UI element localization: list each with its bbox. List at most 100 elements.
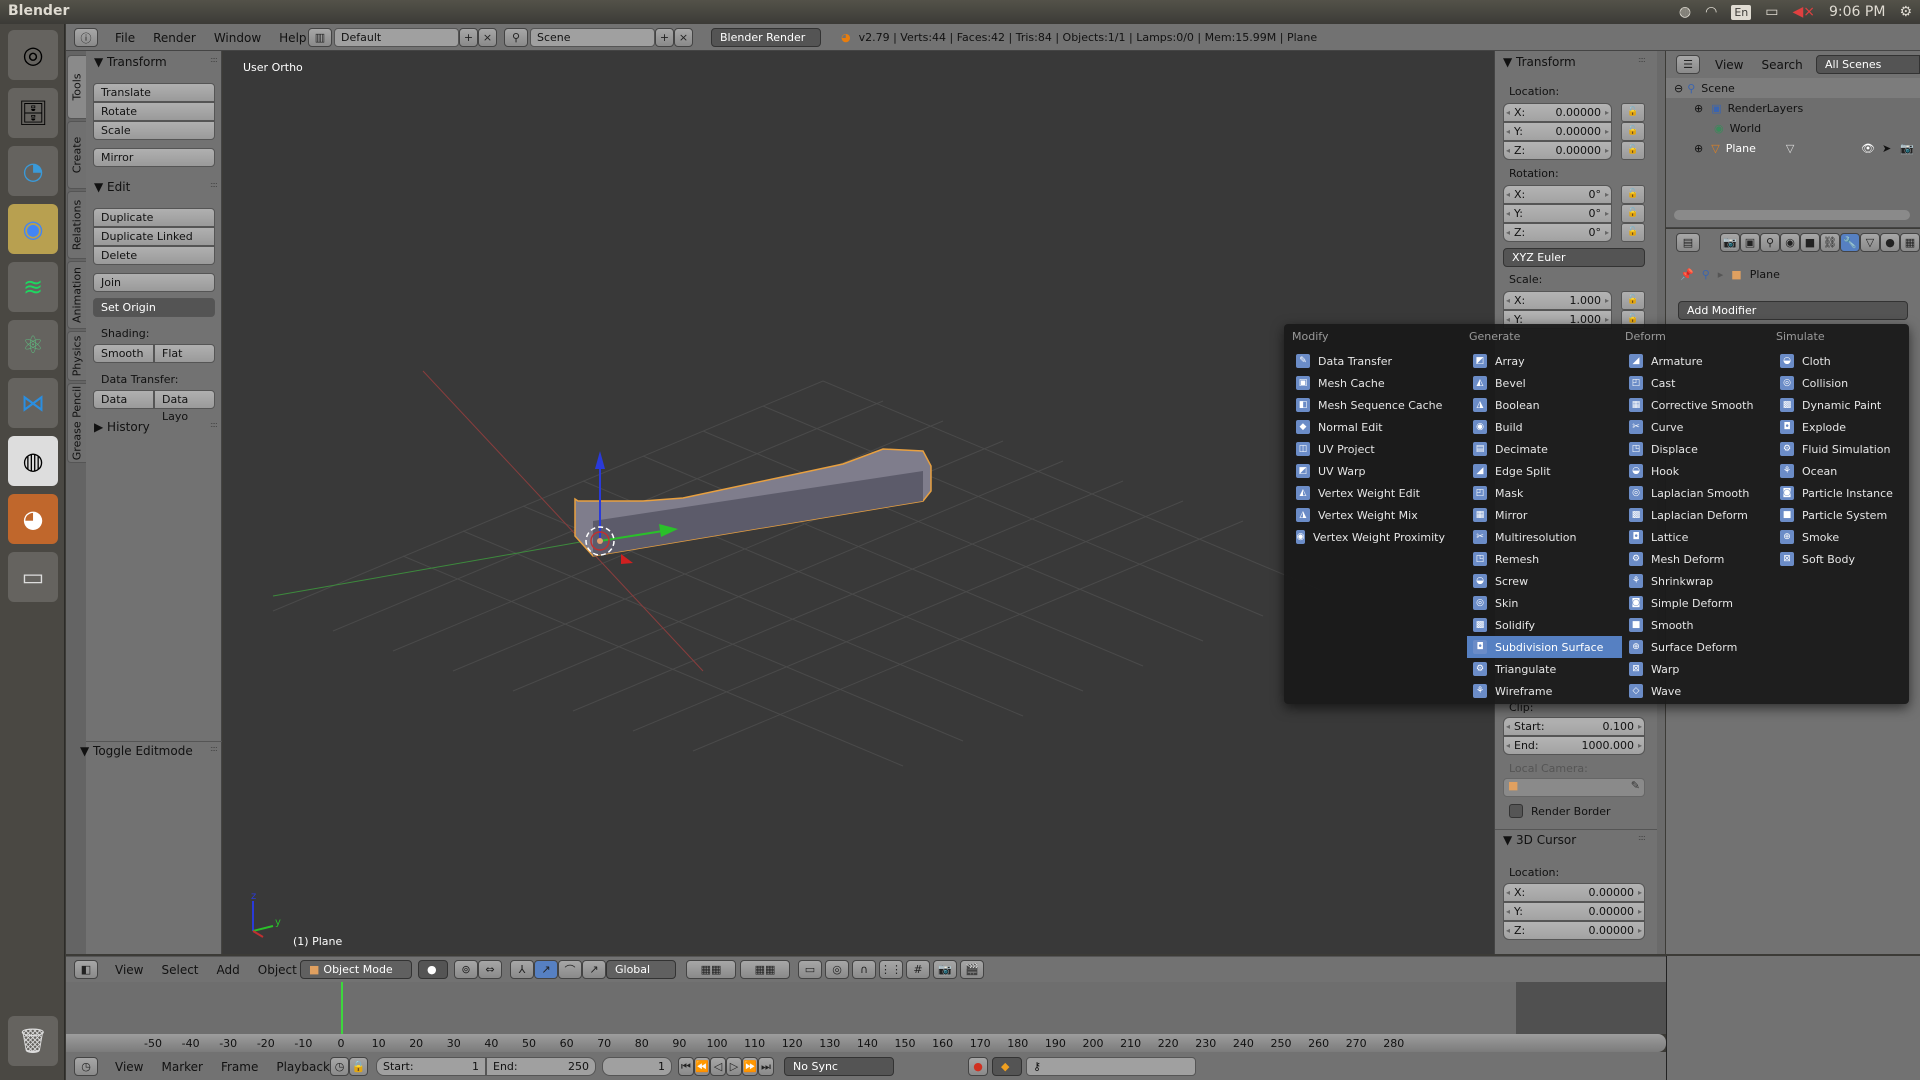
play-icon[interactable]: ▷ (726, 1057, 742, 1076)
preview-range-icon[interactable]: ◷ (330, 1057, 349, 1076)
scale-manipulator-icon[interactable]: ↗ (582, 960, 606, 979)
modifier-item-laplacian-deform[interactable]: ▩ Laplacian Deform (1623, 504, 1778, 526)
modifier-item-normal-edit[interactable]: ◆ Normal Edit (1290, 416, 1445, 438)
location-x-field[interactable]: X:0.00000 (1503, 103, 1612, 122)
modifier-item-explode[interactable]: ◘ Explode (1774, 416, 1920, 438)
modifier-item-bevel[interactable]: ◭ Bevel (1467, 372, 1622, 394)
modifier-item-simple-deform[interactable]: ◙ Simple Deform (1623, 592, 1778, 614)
vscode-icon[interactable]: ⋈ (8, 378, 58, 428)
blender-icon[interactable]: ◕ (8, 494, 58, 544)
duplicate-button[interactable]: Duplicate (93, 208, 215, 227)
translate-manipulator-icon[interactable]: ⅄ (510, 960, 534, 979)
snap-magnet-icon[interactable]: ∩ (852, 960, 876, 979)
outliner-row-renderlayers[interactable]: ⊕ ▣ RenderLayers (1666, 98, 1920, 118)
modifier-item-dynamic-paint[interactable]: ▩ Dynamic Paint (1774, 394, 1920, 416)
render-engine-dropdown[interactable]: Blender Render (711, 28, 821, 47)
lock-camera-icon[interactable]: ▭ (798, 960, 822, 979)
modifier-item-particle-instance[interactable]: ◙ Particle Instance (1774, 482, 1920, 504)
snap-element-icon[interactable]: ⋮⋮ (879, 960, 903, 979)
tab-animation[interactable]: Animation (67, 261, 86, 329)
data-tab-icon[interactable]: ▽ (1860, 233, 1880, 252)
modifier-item-wireframe[interactable]: ⚘ Wireframe (1467, 680, 1622, 702)
modifier-item-vertex-weight-edit[interactable]: ◭ Vertex Weight Edit (1290, 482, 1445, 504)
layers-grid-2[interactable]: ▦▦ (740, 960, 790, 979)
3d-cursor-panel-header[interactable]: ▼ 3D Cursor:::: (1503, 833, 1646, 847)
proportional-edit-icon[interactable]: ◎ (825, 960, 849, 979)
translate-button[interactable]: Translate (93, 83, 215, 102)
shutter-icon[interactable]: ◔ (8, 146, 58, 196)
start-frame-field[interactable]: Start: 1 (376, 1057, 486, 1076)
clip-start-field[interactable]: Start:0.100 (1503, 717, 1645, 736)
visibility-eye-icon[interactable]: 👁 (1861, 142, 1875, 155)
lock-icon[interactable]: 🔓 (1621, 291, 1645, 310)
lock-range-icon[interactable]: 🔒 (349, 1057, 368, 1076)
modifier-item-armature[interactable]: ◢ Armature (1623, 350, 1778, 372)
timeline-menu-view[interactable]: View (106, 1060, 152, 1074)
modifier-item-curve[interactable]: ✂ Curve (1623, 416, 1778, 438)
tab-grease-pencil[interactable]: Grease Pencil (67, 383, 86, 463)
edit-panel-header[interactable]: ▼ Edit:::: (94, 180, 218, 194)
modifier-item-uv-project[interactable]: ◫ UV Project (1290, 438, 1445, 460)
curve-manipulator-icon[interactable]: ⌒ (558, 960, 582, 979)
modifier-item-cast[interactable]: ◰ Cast (1623, 372, 1778, 394)
modifier-item-soft-body[interactable]: ⊠ Soft Body (1774, 548, 1920, 570)
cursor-x-field[interactable]: X:0.00000 (1503, 883, 1645, 902)
keying-mode-dropdown[interactable]: ◆ (992, 1057, 1022, 1076)
lock-icon[interactable]: 🔓 (1621, 185, 1645, 204)
snap-target-icon[interactable]: # (906, 960, 930, 979)
lock-icon[interactable]: 🔓 (1621, 103, 1645, 122)
modifier-item-fluid-simulation[interactable]: ⚙ Fluid Simulation (1774, 438, 1920, 460)
timeline-area[interactable] (66, 982, 1666, 1034)
jump-end-icon[interactable]: ⏭ (758, 1057, 774, 1076)
keyboard-layout-indicator[interactable]: En (1731, 4, 1752, 20)
jump-start-icon[interactable]: ⏮ (678, 1057, 694, 1076)
view3d-menu-select[interactable]: Select (152, 963, 207, 977)
timeline-menu-marker[interactable]: Marker (152, 1060, 211, 1074)
n-transform-panel-header[interactable]: ▼ Transform:::: (1503, 55, 1646, 69)
modifier-item-edge-split[interactable]: ◢ Edge Split (1467, 460, 1622, 482)
modifier-item-hook[interactable]: ◒ Hook (1623, 460, 1778, 482)
files-icon[interactable]: 🗄 (8, 88, 58, 138)
selectable-cursor-icon[interactable]: ➤ (1882, 142, 1891, 155)
outliner-scrollbar[interactable] (1674, 210, 1910, 220)
modifier-item-mesh-sequence-cache[interactable]: ◧ Mesh Sequence Cache (1290, 394, 1445, 416)
layers-grid-1[interactable]: ▦▦ (686, 960, 736, 979)
modifier-item-particle-system[interactable]: ■ Particle System (1774, 504, 1920, 526)
object-tab-icon[interactable]: ■ (1800, 233, 1820, 252)
modifier-item-triangulate[interactable]: ⚙ Triangulate (1467, 658, 1622, 680)
ubuntu-dash-icon[interactable]: ◎ (8, 30, 58, 80)
modifier-item-subdivision-surface[interactable]: ◘ Subdivision Surface (1467, 636, 1622, 658)
timeline-editor-type-icon[interactable]: ◷ (74, 1057, 98, 1076)
smooth-shading-button[interactable]: Smooth (93, 344, 154, 363)
texture-tab-icon[interactable]: ▦ (1900, 233, 1920, 252)
duplicate-linked-button[interactable]: Duplicate Linked (93, 227, 215, 246)
battery-icon[interactable]: ▭ (1765, 4, 1778, 20)
jump-prev-keyframe-icon[interactable]: ⏪ (694, 1057, 710, 1076)
modifier-item-smooth[interactable]: ■ Smooth (1623, 614, 1778, 636)
menu-render[interactable]: Render (144, 31, 205, 45)
delete-layout-button[interactable]: × (478, 28, 497, 47)
lock-icon[interactable]: 🔓 (1621, 204, 1645, 223)
trash-icon[interactable]: 🗑 (8, 1016, 58, 1066)
delete-button[interactable]: Delete (93, 246, 215, 265)
history-panel-header[interactable]: ▶ History:::: (94, 420, 218, 434)
timeline-menu-playback[interactable]: Playback (267, 1060, 339, 1074)
local-camera-field[interactable]: ■ ✎ (1503, 778, 1645, 797)
modifier-item-solidify[interactable]: ▩ Solidify (1467, 614, 1622, 636)
current-frame-field[interactable]: 1 (602, 1057, 672, 1076)
pin-icon[interactable]: 📌 (1680, 268, 1694, 281)
tab-create[interactable]: Create (67, 121, 86, 189)
clip-end-field[interactable]: End:1000.000 (1503, 736, 1645, 755)
world-tab-icon[interactable]: ◉ (1780, 233, 1800, 252)
scene-field[interactable]: Scene (530, 28, 655, 47)
tab-physics[interactable]: Physics (67, 331, 86, 381)
add-scene-button[interactable]: + (655, 28, 674, 47)
outliner-filter-dropdown[interactable]: All Scenes (1816, 55, 1920, 74)
volume-muted-icon[interactable]: ◀× (1793, 4, 1816, 20)
jump-next-keyframe-icon[interactable]: ⏩ (742, 1057, 758, 1076)
outliner-menu-search[interactable]: Search (1752, 58, 1811, 72)
modifier-item-decimate[interactable]: ▤ Decimate (1467, 438, 1622, 460)
modifier-item-vertex-weight-proximity[interactable]: ◉ Vertex Weight Proximity (1290, 526, 1445, 548)
interaction-mode-dropdown[interactable]: ■ Object Mode (300, 960, 412, 979)
obs-icon[interactable]: ◍ (8, 436, 58, 486)
